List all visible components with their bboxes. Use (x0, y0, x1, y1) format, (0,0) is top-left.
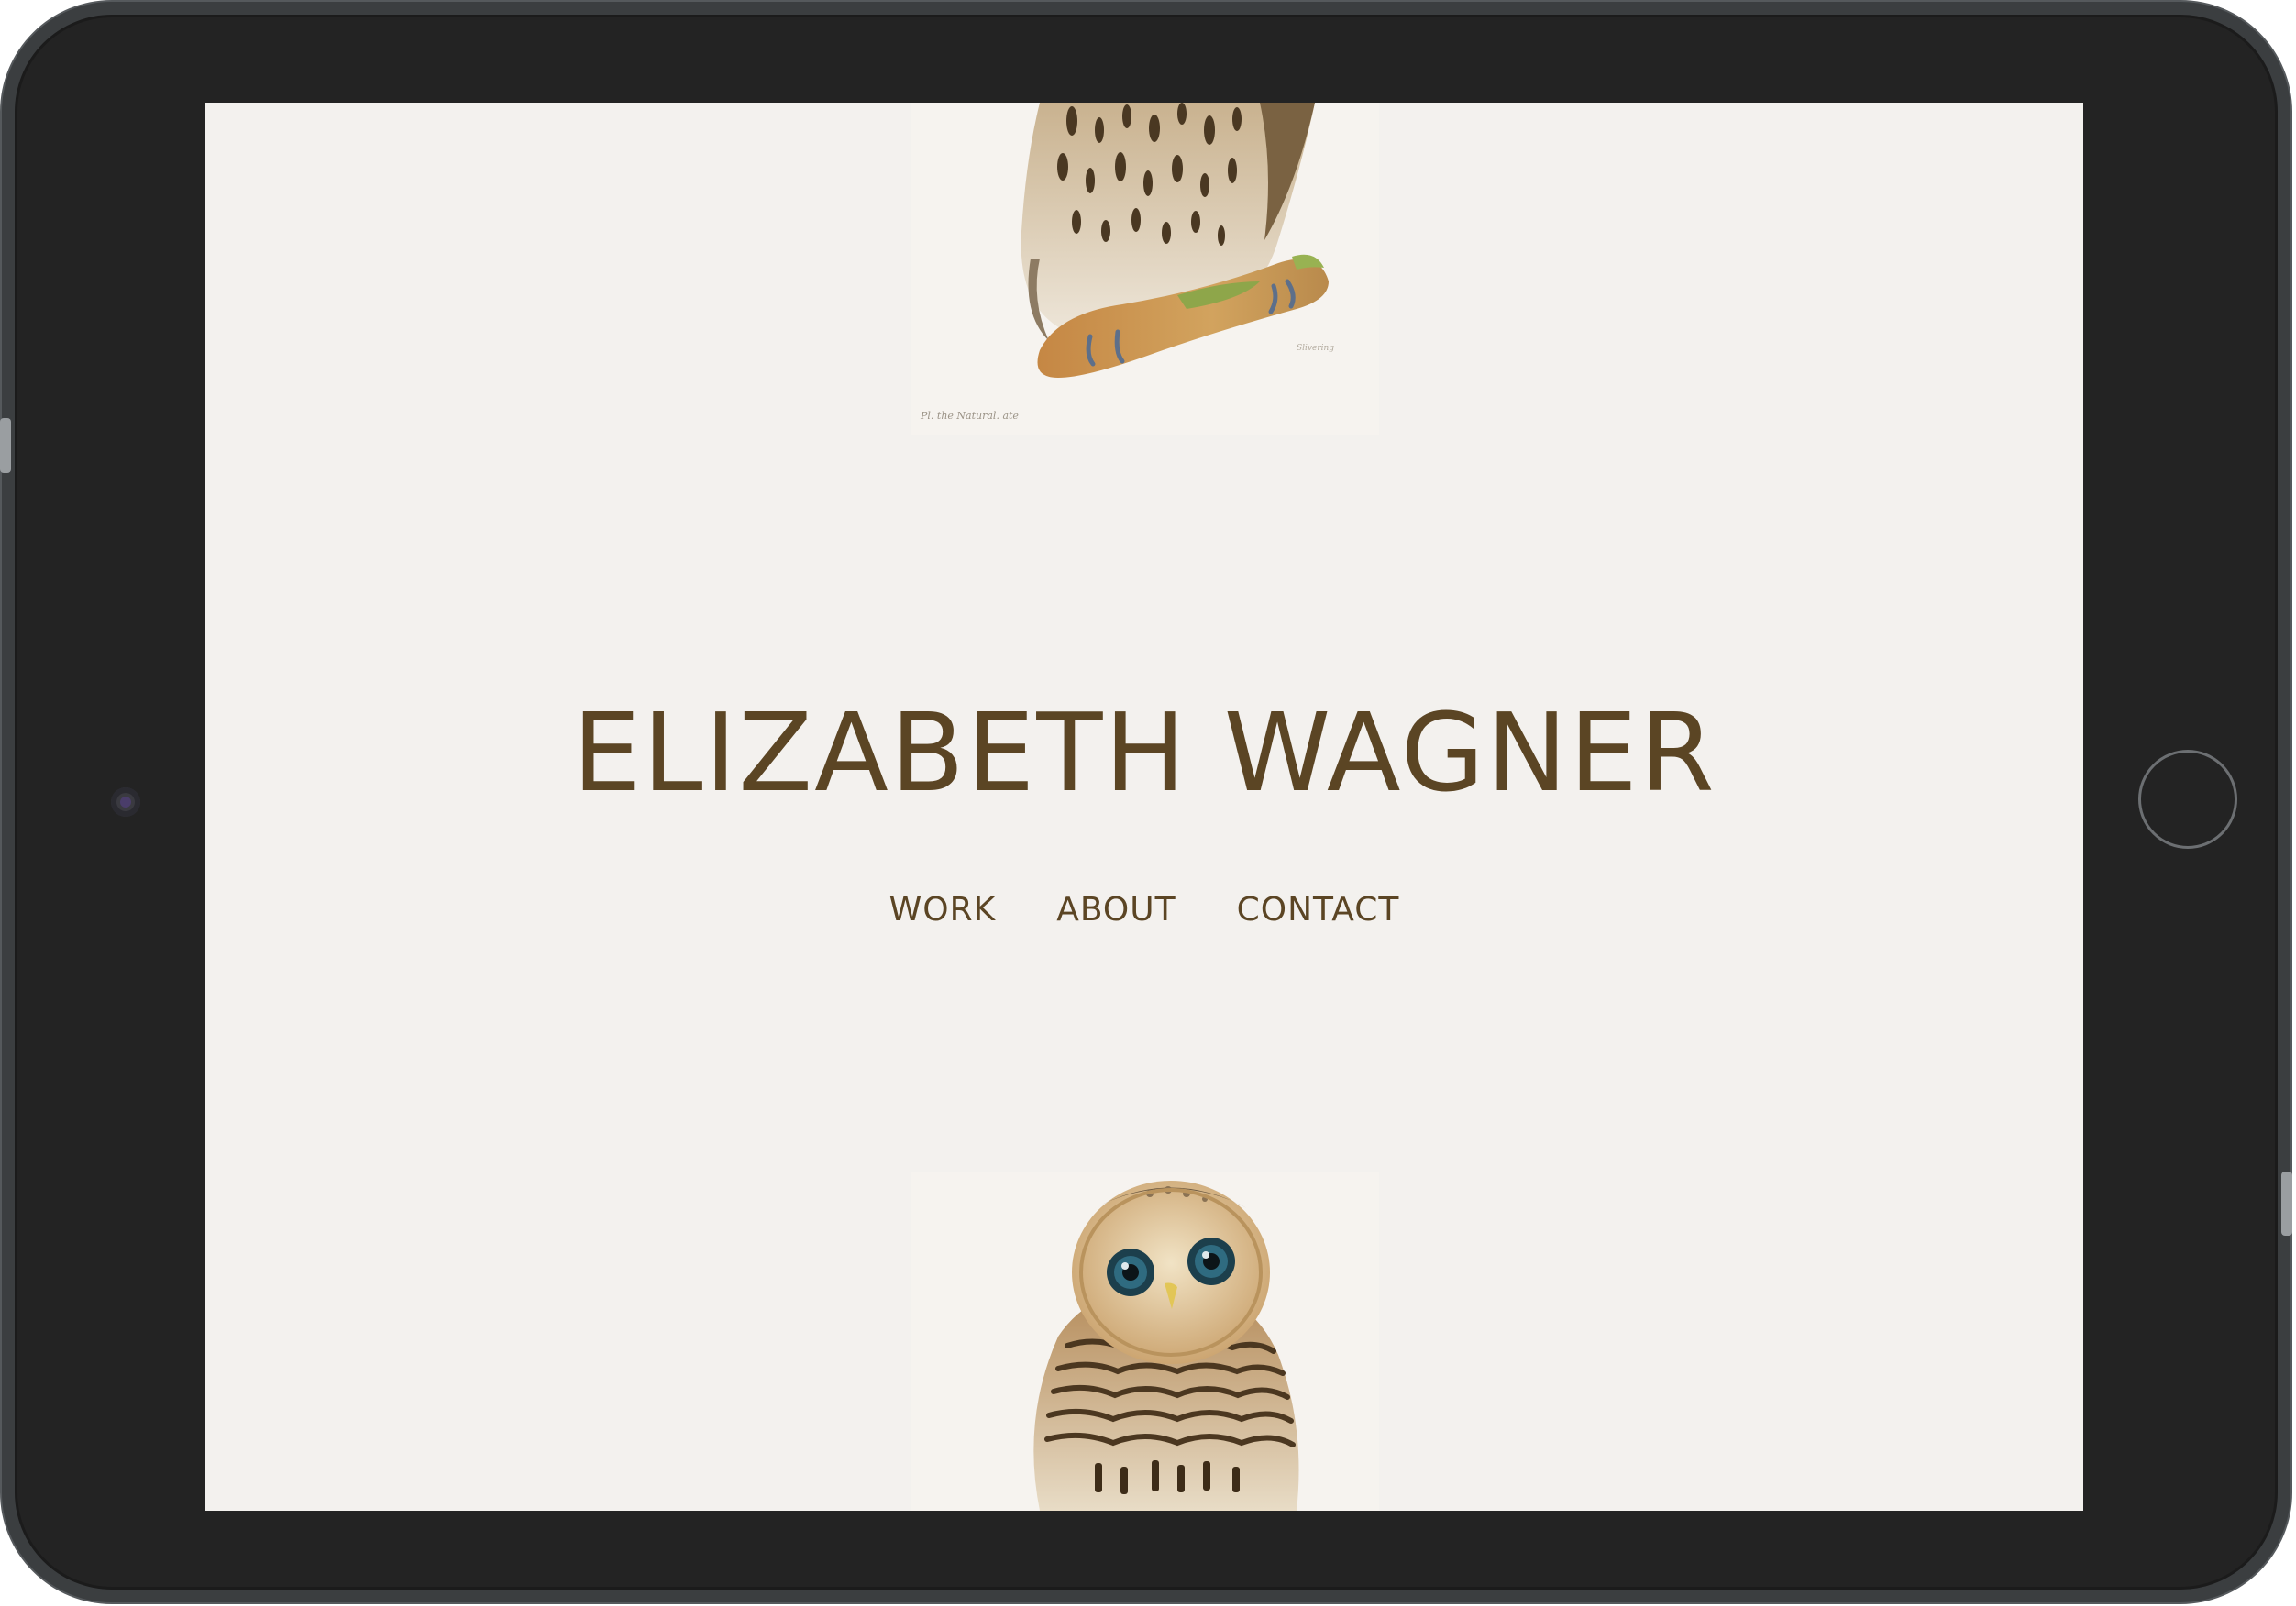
home-button[interactable] (2138, 750, 2237, 849)
power-button (2281, 1172, 2292, 1236)
owl-illustration-bottom (911, 1172, 1379, 1511)
nav-about[interactable]: ABOUT (1056, 891, 1176, 929)
plate-caption: Pl. the Natural. ate (920, 410, 1019, 422)
front-camera (111, 787, 140, 817)
main-nav: WORK ABOUT CONTACT (205, 891, 2083, 929)
website-screen: Pl. the Natural. ate Slivering ELIZABETH… (205, 103, 2083, 1511)
nav-contact[interactable]: CONTACT (1237, 891, 1400, 929)
site-title: ELIZABETH WAGNER (572, 689, 1716, 816)
nav-work[interactable]: WORK (889, 891, 997, 929)
volume-button (0, 418, 11, 473)
owl-portrait-image (1033, 1181, 1299, 1511)
plate-signature: Slivering (1297, 344, 1334, 353)
owl-perched-image: Pl. the Natural. ate Slivering (920, 103, 1334, 422)
owl-illustration-top: Pl. the Natural. ate Slivering (911, 103, 1379, 434)
